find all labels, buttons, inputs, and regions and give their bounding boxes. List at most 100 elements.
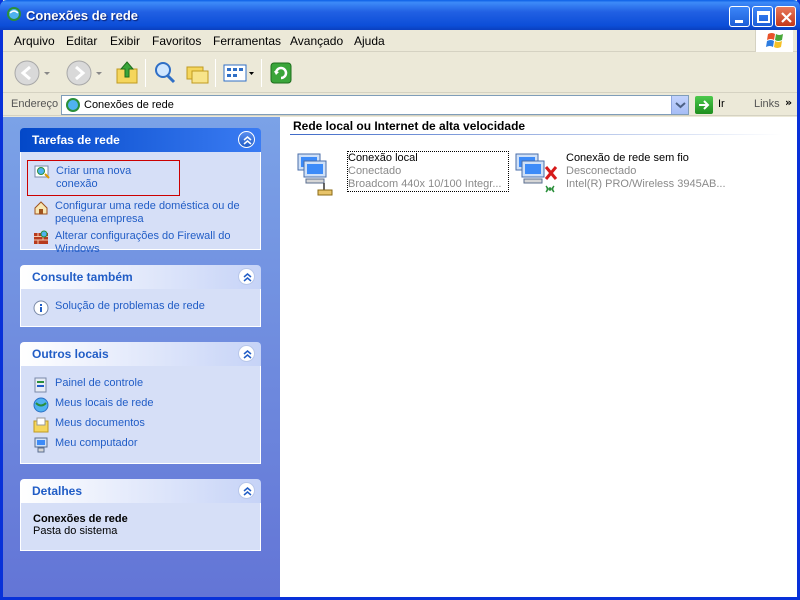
connection-label: Conexão de rede sem fio Desconectado Int… [566, 152, 726, 191]
maximize-button[interactable] [752, 6, 773, 27]
views-icon[interactable] [221, 59, 257, 87]
windows-logo [755, 30, 793, 52]
computer-icon [34, 437, 48, 453]
panel-body: Conexões de rede Pasta do sistema [20, 503, 261, 551]
panel-network-tasks: Tarefas de rede Criar uma nova conexão C… [20, 128, 261, 255]
chevron-up-icon [243, 273, 252, 282]
menu-bar: Arquivo Editar Exibir Favoritos Ferramen… [3, 30, 797, 52]
forward-dropdown-icon[interactable] [93, 59, 105, 87]
network-places-icon [33, 397, 49, 413]
toolbar [3, 53, 797, 93]
address-value: Conexões de rede [84, 99, 174, 111]
go-label[interactable]: Ir [718, 98, 725, 110]
home-network-icon [34, 201, 48, 215]
my-documents-link[interactable]: Meus documentos [31, 417, 250, 433]
troubleshoot-link[interactable]: Solução de problemas de rede [31, 300, 250, 316]
window-title: Conexões de rede [26, 8, 138, 23]
connection-name: Conexão local [348, 152, 418, 164]
connection-status: Desconectado [566, 165, 637, 177]
back-dropdown-icon[interactable] [41, 59, 53, 87]
connection-item-local[interactable]: Conexão local Conectado Broadcom 440x 10… [294, 151, 509, 197]
collapse-button[interactable] [238, 131, 255, 148]
minimize-icon [735, 20, 743, 23]
task-label: Configurar uma rede doméstica ou de pequ… [55, 200, 240, 225]
task-label: Meus documentos [55, 417, 145, 429]
minimize-button[interactable] [729, 6, 750, 27]
menu-favoritos[interactable]: Favoritos [152, 34, 201, 48]
chevron-up-icon [243, 350, 252, 359]
panel-title: Consulte também [32, 270, 133, 284]
panel-header-other-places[interactable]: Outros locais [20, 342, 261, 366]
menu-editar[interactable]: Editar [66, 34, 97, 48]
connection-name: Conexão de rede sem fio [566, 152, 689, 164]
back-icon[interactable] [13, 59, 41, 87]
task-pane: Tarefas de rede Criar uma nova conexão C… [3, 117, 280, 597]
refresh-network-icon[interactable] [267, 59, 295, 87]
window: Conexões de rede Arquivo Editar Exibir F… [0, 0, 800, 600]
menu-arquivo[interactable]: Arquivo [14, 34, 55, 48]
address-input[interactable]: Conexões de rede [61, 95, 689, 115]
address-dropdown-button[interactable] [671, 96, 688, 114]
go-button[interactable] [695, 96, 713, 114]
collapse-button[interactable] [238, 268, 255, 285]
network-connections-icon [7, 7, 21, 21]
up-folder-icon[interactable] [113, 59, 141, 87]
my-computer-link[interactable]: Meu computador [31, 437, 250, 453]
group-divider [290, 134, 782, 135]
lan-connection-icon [297, 153, 333, 196]
panel-see-also: Consulte também Solução de problemas de … [20, 265, 261, 327]
create-connection-link[interactable]: Criar uma nova conexão [27, 160, 180, 196]
network-connections-icon [66, 98, 80, 112]
menu-exibir[interactable]: Exibir [110, 34, 140, 48]
connection-device: Broadcom 440x 10/100 Integr... [348, 178, 502, 190]
panel-body: Criar uma nova conexão Configurar uma re… [20, 152, 261, 255]
forward-icon[interactable] [65, 59, 93, 87]
control-panel-link[interactable]: Painel de controle [31, 377, 250, 393]
task-label: Alterar configurações do Firewall do Win… [55, 230, 231, 255]
panel-details: Detalhes Conexões de rede Pasta do siste… [20, 479, 261, 551]
panel-title: Outros locais [32, 347, 109, 361]
task-label: Meu computador [55, 437, 138, 449]
connection-label: Conexão local Conectado Broadcom 440x 10… [347, 151, 509, 192]
folders-icon[interactable] [183, 59, 211, 87]
windows-flag-icon [766, 33, 783, 48]
panel-title: Detalhes [32, 484, 83, 498]
close-icon [781, 12, 792, 23]
panel-header-network-tasks[interactable]: Tarefas de rede [20, 128, 261, 152]
task-label: Solução de problemas de rede [55, 300, 205, 312]
connection-item-wireless[interactable]: Conexão de rede sem fio Desconectado Int… [512, 152, 727, 197]
panel-other-places: Outros locais Painel de controle Meus lo… [20, 342, 261, 464]
panel-header-see-also[interactable]: Consulte também [20, 265, 261, 289]
title-bar[interactable]: Conexões de rede [0, 0, 800, 30]
panel-body: Painel de controle Meus locais de rede M… [20, 366, 261, 464]
address-label: Endereço [11, 98, 59, 110]
details-name: Conexões de rede [33, 513, 128, 525]
menu-ferramentas[interactable]: Ferramentas [213, 34, 281, 48]
menu-ajuda[interactable]: Ajuda [354, 34, 385, 48]
search-icon[interactable] [151, 59, 179, 87]
network-places-link[interactable]: Meus locais de rede [31, 397, 250, 413]
links-label[interactable]: Links [754, 98, 780, 110]
firewall-settings-link[interactable]: Alterar configurações do Firewall do Win… [31, 230, 250, 256]
connection-device: Intel(R) PRO/Wireless 3945AB... [566, 178, 726, 190]
new-connection-icon [34, 165, 50, 179]
documents-folder-icon [33, 417, 49, 433]
details-type: Pasta do sistema [33, 525, 118, 537]
close-button[interactable] [775, 6, 796, 27]
toolbar-separator [261, 59, 262, 87]
firewall-icon [34, 230, 48, 244]
collapse-button[interactable] [238, 345, 255, 362]
chevron-up-icon [243, 136, 252, 145]
chevron-right-icon[interactable]: » [785, 96, 792, 109]
collapse-button[interactable] [238, 482, 255, 499]
task-label: Meus locais de rede [55, 397, 154, 409]
panel-header-details[interactable]: Detalhes [20, 479, 261, 503]
toolbar-separator [215, 59, 216, 87]
content-area: Rede local ou Internet de alta velocidad… [280, 117, 797, 597]
address-bar: Endereço Conexões de rede Ir Links » [3, 94, 797, 116]
chevron-up-icon [243, 487, 252, 496]
home-network-link[interactable]: Configurar uma rede doméstica ou de pequ… [31, 200, 250, 226]
go-arrow-icon [699, 100, 710, 110]
panel-title: Tarefas de rede [32, 133, 120, 147]
menu-avancado[interactable]: Avançado [290, 34, 343, 48]
